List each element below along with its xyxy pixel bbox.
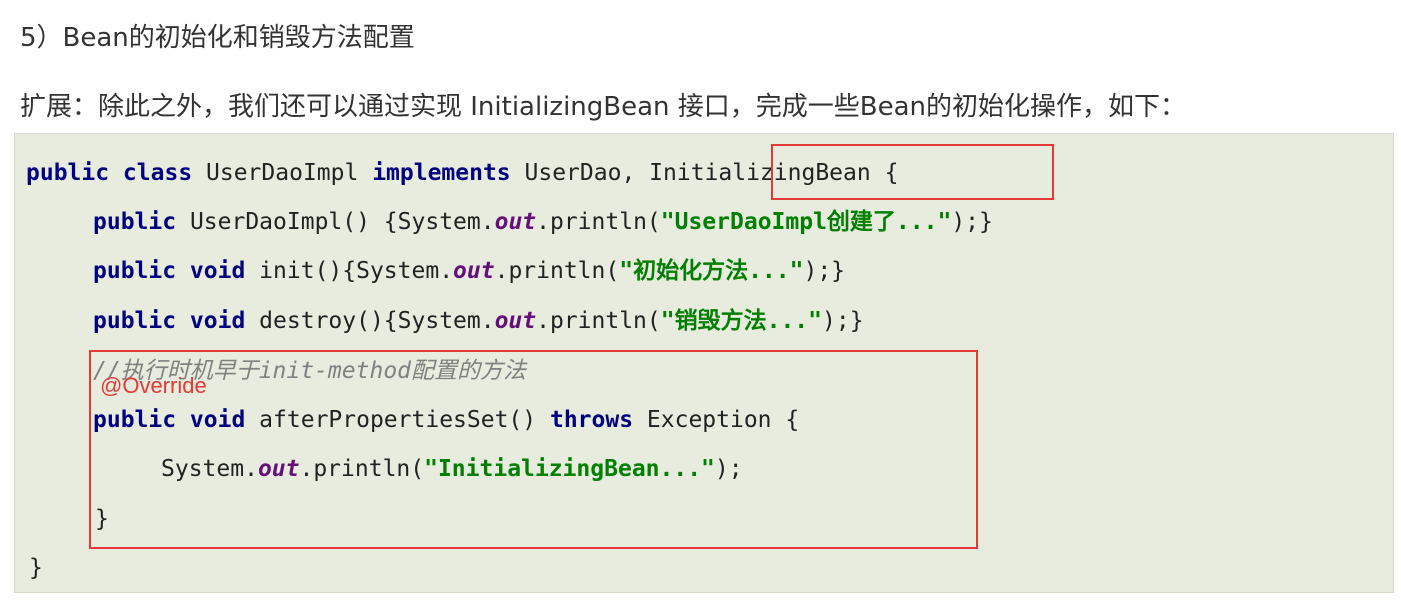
closing-brace: } [95,506,109,532]
override-annotation: @Override [100,373,207,398]
code-text: .println( [536,209,661,235]
code-text: UserDaoImpl [192,160,373,186]
code-text: Exception { [633,407,800,433]
keyword: public class [26,160,193,186]
static-field: out [453,258,495,284]
code-text: afterPropertiesSet() [245,407,550,433]
interface-name: InitializingBean [649,160,871,186]
code-text: UserDaoImpl() {System. [176,209,495,235]
code-block: public class UserDaoImpl implements User… [14,133,1394,593]
keyword: public void [93,308,246,334]
code-line-class-declaration: public class UserDaoImpl implements User… [26,156,898,190]
code-line-class-close: } [29,551,43,585]
code-text: .println( [299,456,425,482]
code-line-after-properties-set: public void afterPropertiesSet() throws … [93,403,799,437]
code-line-init-method: public void init(){System.out.println("初… [93,254,845,288]
string-literal: "销毁方法..." [660,308,822,334]
code-text: init(){System. [245,258,454,284]
code-text: );} [822,308,864,334]
code-text: );} [803,258,846,284]
code-line-println: System.out.println("InitializingBean..."… [161,452,743,486]
code-text: .println( [494,258,620,284]
code-text: ); [714,456,743,482]
keyword: public void [93,258,246,284]
intro-paragraph: 扩展：除此之外，我们还可以通过实现 InitializingBean 接口，完成… [20,92,1187,122]
section-heading: 5）Bean的初始化和销毁方法配置 [20,23,415,53]
code-text: .println( [536,308,661,334]
keyword: throws [549,407,634,433]
keyword: public void [93,407,246,433]
static-field: out [494,209,537,235]
keyword: public [93,209,177,235]
string-literal: "初始化方法..." [619,258,804,284]
static-field: out [494,308,537,334]
static-field: out [257,456,300,482]
code-text: destroy(){System. [245,308,495,334]
code-line-destroy-method: public void destroy(){System.out.println… [93,304,864,338]
closing-brace: } [29,555,43,581]
code-text: { [870,160,899,186]
code-text: System. [161,456,258,482]
code-line-method-close: } [95,502,109,536]
string-literal: "UserDaoImpl创建了..." [660,209,952,235]
code-line-constructor: public UserDaoImpl() {System.out.println… [93,205,993,239]
code-text: );} [951,209,993,235]
code-text: UserDao, [510,160,650,186]
string-literal: "InitializingBean..." [424,456,715,482]
keyword: implements [372,160,511,186]
